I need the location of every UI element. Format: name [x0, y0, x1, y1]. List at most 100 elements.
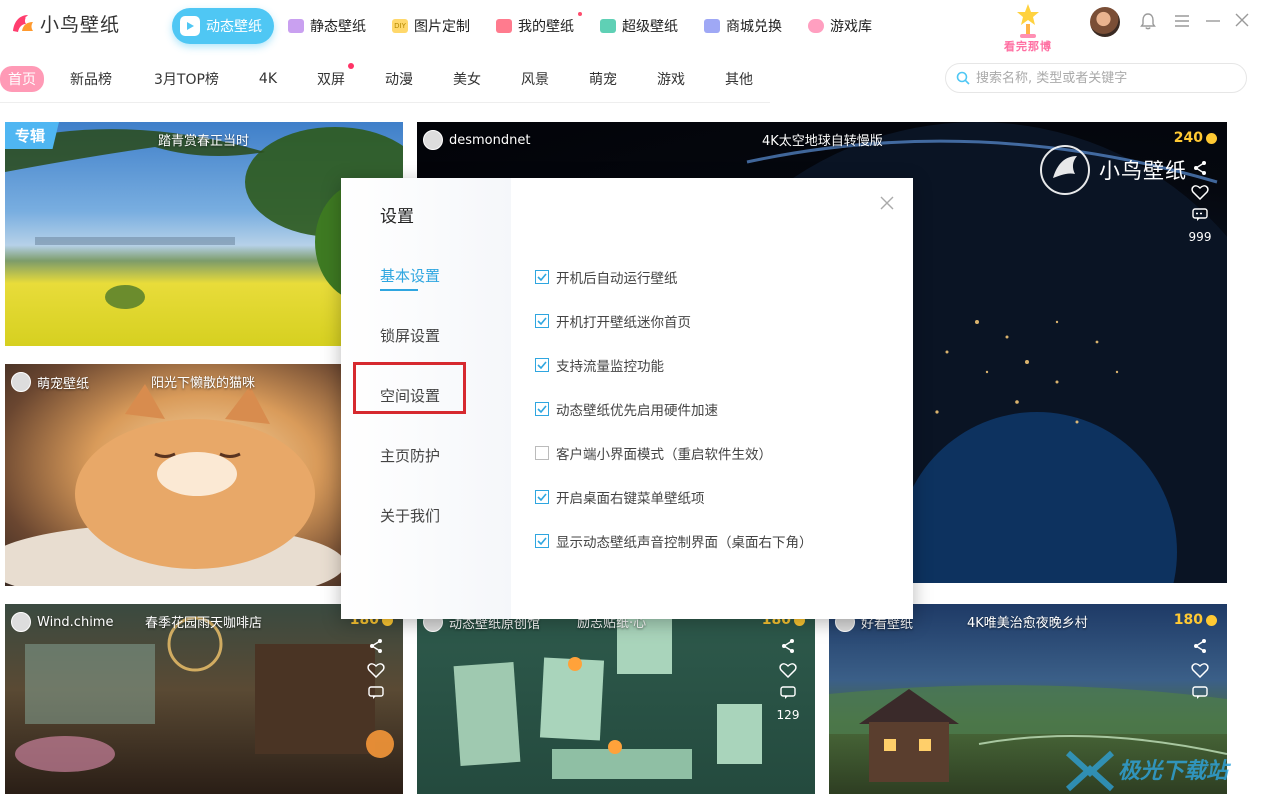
search-icon — [956, 71, 970, 85]
rank-badge[interactable]: 看完那博 — [996, 2, 1060, 53]
dialog-title: 设置 — [380, 207, 414, 227]
top-bar: 小鸟壁纸 动态壁纸 静态壁纸 DIY 图片定制 我的壁纸 超级壁纸 商城兑换 游… — [0, 0, 1261, 53]
category-4k[interactable]: 4K — [259, 71, 277, 87]
category-games[interactable]: 游戏 — [657, 69, 685, 89]
search-input[interactable] — [974, 69, 1238, 87]
app-logo[interactable]: 小鸟壁纸 — [10, 10, 120, 37]
nav-item-label: 动态壁纸 — [206, 19, 262, 35]
close-window-icon[interactable] — [1232, 12, 1252, 32]
nav-item-super-wallpaper[interactable]: 超级壁纸 — [588, 8, 690, 44]
option-mini-homepage[interactable]: 开机打开壁纸迷你首页 — [535, 311, 691, 331]
comment-icon[interactable] — [368, 686, 384, 700]
comment-count: 129 — [776, 708, 800, 722]
menu-lockscreen-settings[interactable]: 锁屏设置 — [380, 325, 440, 346]
heart-icon[interactable] — [1191, 184, 1209, 200]
settings-dialog: 设置 基本设置 锁屏设置 空间设置 主页防护 关于我们 开机后自动运行壁纸 开机… — [341, 178, 913, 619]
author-name: Wind.chime — [37, 614, 114, 630]
category-home[interactable]: 首页 — [0, 66, 44, 92]
minimize-icon[interactable] — [1203, 12, 1223, 32]
category-new[interactable]: 新品榜 — [70, 69, 112, 89]
category-march-top[interactable]: 3月TOP榜 — [154, 69, 219, 89]
category-dual-screen[interactable]: 双屏 — [317, 63, 355, 89]
card-title: 4K唯美治愈夜晚乡村 — [967, 616, 1088, 631]
x-logo-icon — [1065, 750, 1115, 792]
card-author: 萌宠壁纸 — [11, 372, 89, 392]
option-autostart[interactable]: 开机后自动运行壁纸 — [535, 267, 678, 287]
watermark-text: 极光下载站 — [1118, 759, 1229, 784]
share-icon[interactable] — [368, 638, 384, 654]
option-context-menu[interactable]: 开启桌面右键菜单壁纸项 — [535, 487, 705, 507]
new-dot — [348, 63, 355, 69]
heart-icon[interactable] — [367, 662, 385, 678]
main-nav: 动态壁纸 静态壁纸 DIY 图片定制 我的壁纸 超级壁纸 商城兑换 游戏库 — [172, 7, 886, 45]
checkbox-unchecked[interactable] — [535, 446, 549, 460]
option-label: 动态壁纸优先启用硬件加速 — [556, 403, 718, 419]
nav-item-label: 游戏库 — [830, 19, 872, 35]
author-avatar — [11, 372, 31, 392]
comment-icon[interactable] — [780, 686, 796, 700]
comment-icon[interactable] — [1192, 208, 1208, 222]
trophy-icon — [1017, 4, 1039, 38]
option-hardware-accel[interactable]: 动态壁纸优先启用硬件加速 — [535, 399, 718, 419]
nav-item-live-wallpaper[interactable]: 动态壁纸 — [172, 8, 274, 44]
nav-item-game-library[interactable]: 游戏库 — [796, 8, 884, 44]
menu-basic-settings[interactable]: 基本设置 — [380, 265, 440, 286]
card-price: 180 — [1174, 612, 1217, 628]
category-beauty[interactable]: 美女 — [453, 69, 481, 89]
checkbox-checked[interactable] — [535, 314, 549, 328]
highlight-box — [353, 362, 466, 414]
card-actions: 129 — [773, 638, 803, 722]
user-avatar[interactable] — [1090, 7, 1120, 37]
user-icon — [496, 19, 512, 33]
author-name: desmondnet — [449, 132, 531, 148]
card-actions — [361, 638, 391, 700]
nav-item-label: 我的壁纸 — [518, 19, 574, 35]
share-icon[interactable] — [1192, 160, 1208, 176]
card-title: 4K太空地球自转慢版 — [762, 134, 883, 149]
close-icon[interactable] — [877, 193, 897, 213]
card-actions — [1185, 638, 1215, 700]
share-icon[interactable] — [1192, 638, 1208, 654]
nav-item-static-wallpaper[interactable]: 静态壁纸 — [276, 8, 378, 44]
category-other[interactable]: 其他 — [725, 69, 753, 89]
wallpaper-card-notes[interactable]: 动态壁纸原创馆 励志贴纸·心 180 129 — [417, 604, 815, 794]
card-author: desmondnet — [423, 130, 530, 150]
heart-icon[interactable] — [779, 662, 797, 678]
bird-watermark-icon — [1040, 145, 1090, 195]
option-label: 开机后自动运行壁纸 — [556, 271, 678, 287]
category-pets[interactable]: 萌宠 — [589, 69, 617, 89]
menu-homepage-protection[interactable]: 主页防护 — [380, 445, 440, 466]
cafe-illustration — [15, 616, 394, 772]
search-box[interactable] — [945, 63, 1247, 93]
diy-icon: DIY — [392, 19, 408, 33]
option-traffic-monitor[interactable]: 支持流量监控功能 — [535, 355, 664, 375]
checkbox-checked[interactable] — [535, 402, 549, 416]
play-icon — [180, 16, 200, 36]
category-scenery[interactable]: 风景 — [521, 69, 549, 89]
menu-icon[interactable] — [1172, 12, 1192, 32]
share-icon[interactable] — [780, 638, 796, 654]
divider — [0, 102, 770, 103]
checkbox-checked[interactable] — [535, 490, 549, 504]
option-sound-control[interactable]: 显示动态壁纸声音控制界面（桌面右下角） — [535, 531, 813, 551]
app-name: 小鸟壁纸 — [40, 14, 121, 36]
category-anime[interactable]: 动漫 — [385, 69, 413, 89]
option-mini-ui-mode[interactable]: 客户端小界面模式（重启软件生效） — [535, 443, 772, 463]
heart-icon[interactable] — [1191, 662, 1209, 678]
wallpaper-card-cafe[interactable]: Wind.chime 春季花园雨天咖啡店 180 — [5, 604, 403, 794]
option-label: 开启桌面右键菜单壁纸项 — [556, 491, 705, 507]
nav-item-custom-image[interactable]: DIY 图片定制 — [380, 8, 482, 44]
comment-icon[interactable] — [1192, 686, 1208, 700]
menu-about-us[interactable]: 关于我们 — [380, 505, 440, 526]
nav-item-my-wallpaper[interactable]: 我的壁纸 — [484, 8, 586, 44]
checkbox-checked[interactable] — [535, 358, 549, 372]
checkbox-checked[interactable] — [535, 270, 549, 284]
coin-icon — [1206, 132, 1217, 144]
album-badge: 专辑 — [5, 122, 60, 149]
bell-icon[interactable] — [1138, 12, 1158, 32]
checkbox-checked[interactable] — [535, 534, 549, 548]
option-label: 开机打开壁纸迷你首页 — [556, 315, 691, 331]
nav-item-shop[interactable]: 商城兑换 — [692, 8, 794, 44]
card-title: 阳光下懒散的猫咪 — [151, 376, 256, 391]
bird-logo-icon — [13, 14, 33, 32]
